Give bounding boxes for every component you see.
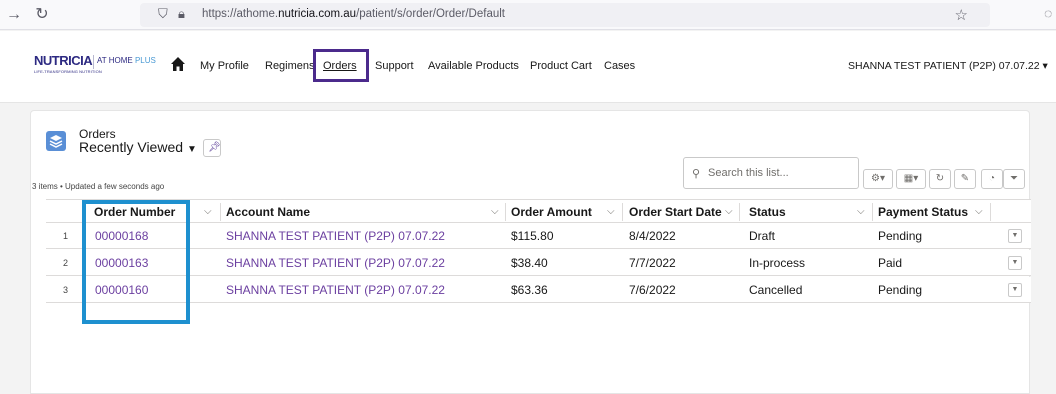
col-order-amount[interactable]: Order Amount (511, 205, 592, 219)
user-menu[interactable]: SHANNA TEST PATIENT (P2P) 07.07.22 ▾ (848, 60, 1048, 72)
column-divider (505, 203, 506, 221)
orders-object-icon (46, 131, 66, 151)
pin-icon: 📌︎ (208, 142, 221, 153)
caret-down-icon: ▼ (187, 144, 197, 155)
order-amount: $63.36 (511, 283, 548, 297)
payment-status: Paid (878, 256, 903, 270)
chevron-down-icon[interactable]: ⌵ (975, 206, 983, 217)
nav-my-profile[interactable]: My Profile (200, 60, 249, 72)
pin-list-button[interactable]: 📌︎ (203, 139, 221, 157)
chevron-down-icon[interactable]: ⌵ (204, 206, 212, 217)
chevron-down-icon[interactable]: ⌵ (607, 206, 615, 217)
refresh-icon: ↻ (935, 173, 945, 184)
row-actions-dropdown-icon[interactable]: ▼ (1008, 283, 1022, 297)
search-placeholder: Search this list... (708, 167, 789, 179)
order-start-date: 8/4/2022 (629, 229, 676, 243)
home-icon[interactable] (170, 56, 186, 72)
table-header: Order Number ⌵ Account Name ⌵ Order Amou… (46, 199, 1031, 223)
col-payment-status[interactable]: Payment Status (878, 205, 968, 219)
payment-status: Pending (878, 229, 923, 243)
bookmark-star-icon[interactable]: ☆ (955, 6, 968, 24)
edit-list-button[interactable]: ✎ (954, 169, 976, 189)
row-number: 2 (63, 258, 69, 268)
search-input[interactable]: ⚲ Search this list... (683, 157, 859, 189)
row-number: 3 (63, 285, 69, 295)
column-divider (872, 203, 873, 221)
browser-toolbar: → ↻ ⛉ 🔒︎ https://athome.nutricia.com.au/… (0, 0, 1056, 30)
search-icon: ⚲ (692, 168, 701, 180)
column-divider (622, 203, 623, 221)
col-account-name[interactable]: Account Name (226, 205, 310, 219)
logo-divider (93, 55, 94, 69)
order-amount: $115.80 (511, 229, 554, 243)
order-start-date: 7/7/2022 (629, 256, 676, 270)
chevron-down-icon[interactable]: ⌵ (857, 206, 865, 217)
pocket-icon[interactable]: ◌ (1044, 5, 1052, 21)
logo-at-home-plus: AT HOME PLUS (97, 56, 156, 65)
filter-icon: ⏷ (1010, 173, 1018, 184)
pencil-icon: ✎ (960, 173, 970, 184)
order-number-highlight-box (82, 200, 190, 324)
order-status: In-process (749, 256, 806, 270)
payment-status: Pending (878, 283, 923, 297)
col-status[interactable]: Status (749, 205, 786, 219)
nutricia-logo[interactable]: NUTRICIA LIFE-TRANSFORMING NUTRITION AT … (34, 53, 169, 77)
nav-available-products[interactable]: Available Products (428, 60, 519, 72)
stack-icon (49, 135, 63, 148)
table-row: 1 00000168 SHANNA TEST PATIENT (P2P) 07.… (46, 223, 1031, 249)
order-status: Cancelled (749, 283, 803, 297)
logo-wordmark: NUTRICIA (34, 53, 93, 68)
charts-button[interactable]: ◔ (981, 169, 1003, 189)
account-name-link[interactable]: SHANNA TEST PATIENT (P2P) 07.07.22 (226, 283, 445, 297)
forward-arrow-icon[interactable]: → (4, 5, 24, 25)
table-row: 3 00000160 SHANNA TEST PATIENT (P2P) 07.… (46, 277, 1031, 303)
chevron-down-icon[interactable]: ⌵ (491, 206, 499, 217)
chart-icon: ◔ (988, 173, 996, 184)
list-info: 3 items • Updated a few seconds ago (32, 182, 165, 191)
row-number: 1 (63, 231, 69, 241)
nav-regimens[interactable]: Regimens (265, 60, 315, 72)
lock-icon: 🔒︎ (178, 6, 185, 21)
column-divider (990, 203, 991, 221)
row-actions-dropdown-icon[interactable]: ▼ (1008, 229, 1022, 243)
account-name-link[interactable]: SHANNA TEST PATIENT (P2P) 07.07.22 (226, 256, 445, 270)
url-bar[interactable]: ⛉ 🔒︎ https://athome.nutricia.com.au/pati… (140, 3, 990, 27)
account-name-link[interactable]: SHANNA TEST PATIENT (P2P) 07.07.22 (226, 229, 445, 243)
filter-button[interactable]: ⏷ (1003, 169, 1025, 189)
nav-support[interactable]: Support (375, 60, 414, 72)
list-view-selector[interactable]: Recently Viewed ▼ (79, 139, 197, 155)
column-divider (739, 203, 740, 221)
site-header: NUTRICIA LIFE-TRANSFORMING NUTRITION AT … (0, 31, 1056, 103)
url-text[interactable]: https://athome.nutricia.com.au/patient/s… (202, 8, 505, 20)
table-icon: ▦▾ (903, 173, 919, 184)
order-start-date: 7/6/2022 (629, 283, 676, 297)
table-row: 2 00000163 SHANNA TEST PATIENT (P2P) 07.… (46, 250, 1031, 276)
nav-product-cart[interactable]: Product Cart (530, 60, 592, 72)
reload-icon[interactable]: ↻ (32, 5, 52, 25)
orders-highlight-box (313, 49, 369, 82)
shield-icon: ⛉ (158, 6, 168, 21)
display-as-button[interactable]: ▦▾ (896, 169, 926, 189)
logo-tagline: LIFE-TRANSFORMING NUTRITION (34, 69, 102, 74)
col-order-start-date[interactable]: Order Start Date (629, 205, 722, 219)
refresh-button[interactable]: ↻ (929, 169, 951, 189)
order-amount: $38.40 (511, 256, 548, 270)
nav-cases[interactable]: Cases (604, 60, 635, 72)
column-divider (220, 203, 221, 221)
order-status: Draft (749, 229, 776, 243)
list-settings-button[interactable]: ⚙▾ (863, 169, 893, 189)
chevron-down-icon[interactable]: ⌵ (725, 206, 733, 217)
gear-icon: ⚙▾ (871, 173, 885, 184)
row-actions-dropdown-icon[interactable]: ▼ (1008, 256, 1022, 270)
